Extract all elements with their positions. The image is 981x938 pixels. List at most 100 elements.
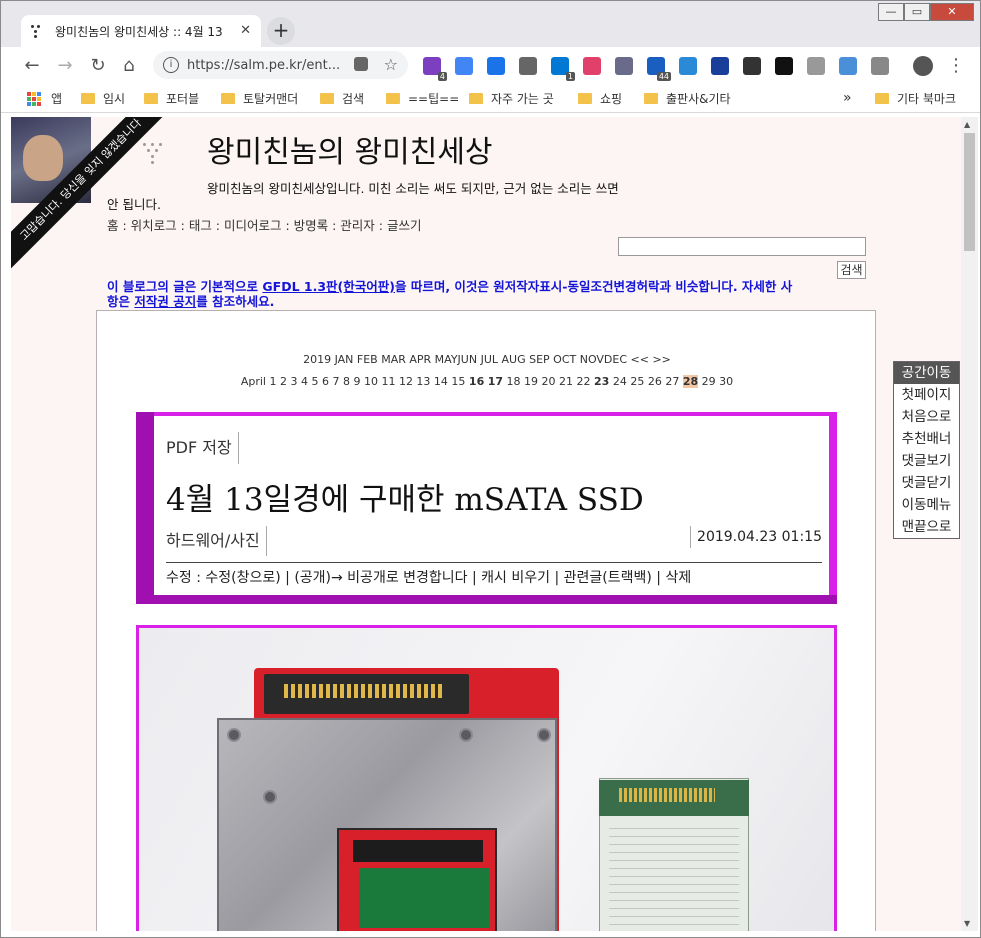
minimize-button[interactable]: — bbox=[878, 3, 904, 21]
back-button[interactable]: ← bbox=[21, 55, 43, 77]
reel-icon[interactable] bbox=[743, 57, 761, 75]
bookmark-label: 출판사&기타 bbox=[666, 92, 731, 106]
puzzle-icon[interactable] bbox=[519, 57, 537, 75]
bookmark-folder[interactable]: 자주 가는 곳 bbox=[469, 90, 554, 107]
download-icon[interactable] bbox=[775, 57, 793, 75]
counter-icon[interactable]: 44 bbox=[647, 57, 671, 81]
quick-nav-banner[interactable]: 추천배너 bbox=[894, 428, 959, 450]
folder-icon bbox=[386, 93, 400, 104]
bookmark-star-icon[interactable]: ☆ bbox=[384, 55, 398, 74]
calendar-day-range[interactable]: 1 2 3 4 5 6 7 8 9 10 11 12 13 14 15 bbox=[270, 375, 466, 388]
post-title[interactable]: 4월 13일경에 구매한 mSATA SSD bbox=[166, 474, 644, 519]
bookmark-folder[interactable]: 포터블 bbox=[144, 90, 199, 107]
settings-ext-icon[interactable] bbox=[839, 57, 857, 75]
copyright-notice-link[interactable]: 저작권 공지 bbox=[134, 294, 196, 309]
calendar-day-with-post[interactable]: 17 bbox=[488, 375, 503, 388]
bookmark-label: 쇼핑 bbox=[600, 92, 623, 106]
cloud-icon[interactable] bbox=[679, 57, 697, 75]
url-text: https://salm.pe.kr/ent... bbox=[187, 57, 341, 73]
skype-icon[interactable]: 1 bbox=[551, 57, 575, 81]
translate-icon[interactable] bbox=[455, 57, 473, 75]
bookmark-label: ==팁== bbox=[408, 92, 460, 106]
reload-button[interactable]: ↻ bbox=[87, 55, 109, 77]
other-bookmarks[interactable]: 기타 북마크 bbox=[875, 90, 956, 107]
bookmark-label: 임시 bbox=[103, 92, 126, 106]
calendar-day-with-post[interactable]: 23 bbox=[594, 375, 609, 388]
bookmarks-overflow-button[interactable]: » bbox=[843, 90, 852, 106]
profile-ext-icon[interactable] bbox=[807, 57, 825, 75]
calendar-day-range[interactable]: 18 19 20 21 22 bbox=[507, 375, 591, 388]
browser-toolbar: ← → ↻ ⌂ i https://salm.pe.kr/ent... ☆ 4 1… bbox=[1, 47, 980, 85]
calendar-day-range[interactable]: 29 30 bbox=[702, 375, 734, 388]
pdf-save-link[interactable]: PDF 저장 bbox=[166, 432, 239, 464]
extension-badge: 44 bbox=[656, 72, 671, 81]
address-bar[interactable]: i https://salm.pe.kr/ent... ☆ bbox=[153, 51, 408, 79]
forward-button[interactable]: → bbox=[54, 55, 76, 77]
scroll-up-arrow-icon[interactable]: ▲ bbox=[964, 120, 970, 129]
blocked-content-icon[interactable] bbox=[354, 57, 368, 71]
bookmark-label: 앱 bbox=[51, 92, 63, 106]
folder-icon bbox=[578, 93, 592, 104]
purple-ext-icon[interactable]: 4 bbox=[423, 57, 447, 81]
calendar-today[interactable]: 28 bbox=[682, 375, 699, 388]
folder-icon bbox=[81, 93, 95, 104]
profile-avatar-icon[interactable] bbox=[913, 56, 933, 76]
quick-nav-move-menu[interactable]: 이동메뉴 bbox=[894, 494, 959, 516]
quick-nav-show-comments[interactable]: 댓글보기 bbox=[894, 450, 959, 472]
folder-icon bbox=[644, 93, 658, 104]
site-favicon-icon bbox=[29, 23, 45, 39]
pen-icon[interactable] bbox=[615, 57, 633, 75]
bookmark-folder[interactable]: 토탈커맨더 bbox=[221, 90, 298, 107]
license-text: 이 블로그의 글은 기본적으로 bbox=[107, 279, 263, 294]
quick-nav-close-comments[interactable]: 댓글닫기 bbox=[894, 472, 959, 494]
tab-close-icon[interactable]: ✕ bbox=[240, 23, 251, 38]
bookmarks-bar: 앱 임시 포터블 토탈커맨더 검색 ==팁== 자주 가는 곳 쇼핑 출판사&기… bbox=[1, 85, 980, 113]
globe-icon[interactable] bbox=[871, 57, 889, 75]
folder-icon bbox=[875, 93, 889, 104]
calendar-days[interactable]: April 1 2 3 4 5 6 7 8 9 10 11 12 13 14 1… bbox=[97, 375, 877, 388]
post-category[interactable]: 하드웨어/사진 bbox=[166, 526, 267, 556]
maximize-button[interactable]: ▭ bbox=[904, 3, 930, 21]
folder-icon bbox=[320, 93, 334, 104]
folder-icon bbox=[144, 93, 158, 104]
bookmark-folder[interactable]: 쇼핑 bbox=[578, 90, 622, 107]
site-info-icon[interactable]: i bbox=[163, 57, 179, 73]
page-viewport: 고맙습니다. 당신을 잊지 않겠습니다 왕미친놈의 왕미친세상 왕미친놈의 왕미… bbox=[11, 117, 961, 931]
blog-logo-icon bbox=[139, 141, 163, 165]
scroll-down-arrow-icon[interactable]: ▼ bbox=[964, 919, 970, 928]
calendar-day-with-post[interactable]: 16 bbox=[469, 375, 484, 388]
bookmark-label: 토탈커맨더 bbox=[243, 92, 299, 106]
gfdl-link[interactable]: GFDL 1.3판(한국어판) bbox=[262, 279, 395, 294]
close-window-button[interactable]: ✕ bbox=[930, 3, 974, 21]
quick-nav-bottom[interactable]: 맨끝으로 bbox=[894, 516, 959, 538]
license-notice: 이 블로그의 글은 기본적으로 GFDL 1.3판(한국어판)을 따르며, 이것… bbox=[107, 279, 797, 309]
scroll-thumb[interactable] bbox=[964, 133, 975, 251]
blog-nav[interactable]: 홈 : 위치로그 : 태그 : 미디어로그 : 방명록 : 관리자 : 글쓰기 bbox=[107, 215, 421, 234]
new-tab-button[interactable]: + bbox=[267, 17, 295, 45]
tab-title: 왕미친놈의 왕미친세상 :: 4월 13 bbox=[55, 24, 223, 39]
bookmark-folder[interactable]: 검색 bbox=[320, 90, 364, 107]
calendar-day-range[interactable]: 24 25 26 27 bbox=[613, 375, 679, 388]
blog-title[interactable]: 왕미친놈의 왕미친세상 bbox=[207, 127, 493, 171]
bookmark-folder[interactable]: 출판사&기타 bbox=[644, 90, 731, 107]
chat-icon[interactable] bbox=[583, 57, 601, 75]
blog-search-button[interactable]: 검색 bbox=[837, 261, 866, 279]
browser-tab[interactable]: 왕미친놈의 왕미친세상 :: 4월 13 ✕ bbox=[21, 15, 261, 47]
extension-badge: 1 bbox=[565, 72, 575, 81]
save-icon[interactable] bbox=[711, 57, 729, 75]
quick-nav-top[interactable]: 처음으로 bbox=[894, 406, 959, 428]
post-header: PDF 저장 4월 13일경에 구매한 mSATA SSD 하드웨어/사진 20… bbox=[136, 412, 837, 604]
post-photo bbox=[136, 625, 837, 931]
page-scrollbar[interactable]: ▲ ▼ bbox=[961, 117, 978, 931]
checkbox-icon[interactable] bbox=[487, 57, 505, 75]
blog-search-input[interactable] bbox=[618, 237, 866, 256]
calendar-months[interactable]: 2019 JAN FEB MAR APR MAYJUN JUL AUG SEP … bbox=[97, 353, 877, 366]
bookmark-folder[interactable]: ==팁== bbox=[386, 90, 459, 107]
quick-nav-first-page[interactable]: 첫페이지 bbox=[894, 384, 959, 406]
bookmark-label: 검색 bbox=[342, 92, 365, 106]
home-button[interactable]: ⌂ bbox=[118, 55, 140, 77]
browser-menu-icon[interactable]: ⋮ bbox=[945, 55, 967, 77]
post-admin-actions[interactable]: 수정 : 수정(창으로) | (공개)→ 비공개로 변경합니다 | 캐시 비우기… bbox=[166, 562, 822, 587]
bookmark-folder[interactable]: 임시 bbox=[81, 90, 125, 107]
bookmark-apps[interactable]: 앱 bbox=[27, 90, 62, 107]
